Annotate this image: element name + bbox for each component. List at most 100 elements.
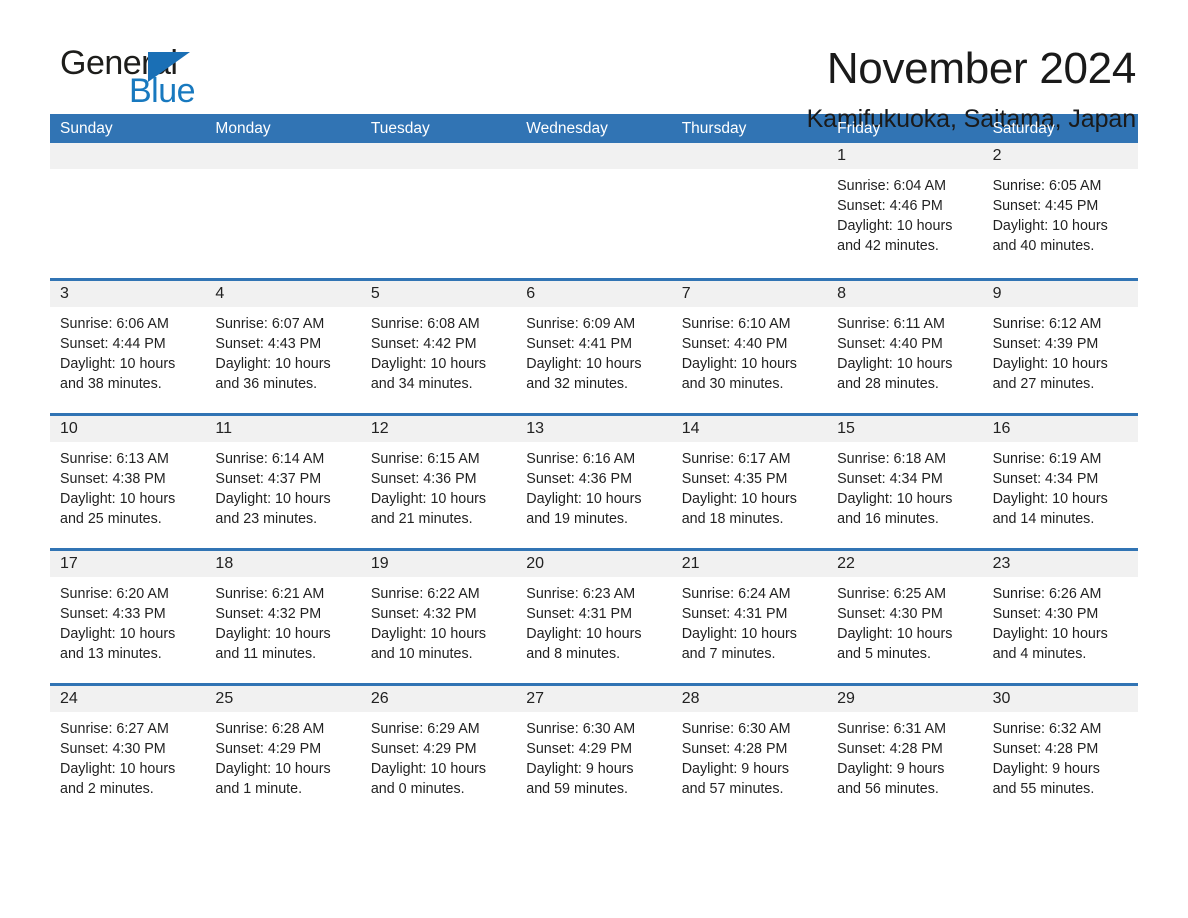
day-details: Sunrise: 6:11 AM Sunset: 4:40 PM Daylight:…: [827, 307, 982, 394]
sunset-text: Sunset: 4:40 PM: [681, 336, 788, 352]
calendar-day-cell[interactable]: 30 Sunrise: 6:32 AM Sunset: 4:28 PM Dayligh…: [982, 686, 1138, 818]
day-number: [50, 143, 206, 169]
calendar-day-cell[interactable]: 16 Sunrise: 6:19 AM Sunset: 4:34 PM Dayligh…: [982, 416, 1138, 548]
daylight-text: Daylight: 10 hours: [837, 626, 953, 642]
daylight-text: and 56 minutes.: [837, 781, 939, 797]
calendar-day-cell[interactable]: 22 Sunrise: 6:25 AM Sunset: 4:30 PM Dayligh…: [827, 551, 983, 683]
day-details: Sunrise: 6:21 AM Sunset: 4:32 PM Daylight:…: [205, 577, 360, 664]
calendar-week-row: 1 Sunrise: 6:04 AM Sunset: 4:46 PM Daylight…: [50, 143, 1138, 278]
calendar-day-cell[interactable]: 14 Sunrise: 6:17 AM Sunset: 4:35 PM Dayligh…: [671, 416, 828, 548]
weekday-header-wednesday: Wednesday: [526, 120, 608, 137]
weekday-header-monday: Monday: [215, 120, 271, 137]
sunset-text: Sunset: 4:29 PM: [526, 741, 632, 757]
daylight-text: and 13 minutes.: [60, 646, 162, 662]
weekday-header-sunday: Sunday: [60, 120, 113, 137]
day-details: Sunrise: 6:27 AM Sunset: 4:30 PM Daylight:…: [50, 712, 205, 799]
sunrise-text: Sunrise: 6:32 AM: [992, 721, 1102, 737]
sunset-text: Sunset: 4:46 PM: [837, 198, 943, 214]
day-number: [516, 143, 672, 169]
page-title: November 2024: [826, 44, 1136, 93]
day-number: 13: [516, 416, 672, 442]
calendar-day-cell[interactable]: 4 Sunrise: 6:07 AM Sunset: 4:43 PM Daylight…: [205, 281, 361, 413]
calendar-day-cell[interactable]: 12 Sunrise: 6:15 AM Sunset: 4:36 PM Dayligh…: [360, 416, 517, 548]
sunset-text: Sunset: 4:29 PM: [215, 741, 322, 757]
calendar-day-cell[interactable]: 25 Sunrise: 6:28 AM Sunset: 4:29 PM Dayligh…: [205, 686, 361, 818]
calendar-day-cell[interactable]: 28 Sunrise: 6:30 AM Sunset: 4:28 PM Dayligh…: [671, 686, 828, 818]
calendar-day-cell[interactable]: 27 Sunrise: 6:30 AM Sunset: 4:29 PM Dayligh…: [516, 686, 672, 818]
daylight-text: and 38 minutes.: [60, 376, 162, 392]
calendar-day-cell[interactable]: 2 Sunrise: 6:05 AM Sunset: 4:45 PM Daylight…: [982, 143, 1138, 278]
daylight-text: and 32 minutes.: [526, 376, 629, 392]
sunset-text: Sunset: 4:30 PM: [837, 606, 943, 622]
sunset-text: Sunset: 4:43 PM: [215, 336, 322, 352]
daylight-text: Daylight: 10 hours: [837, 218, 953, 234]
day-details: [361, 169, 516, 176]
calendar-day-cell[interactable]: 29 Sunrise: 6:31 AM Sunset: 4:28 PM Dayligh…: [827, 686, 983, 818]
day-number: 1: [827, 143, 983, 169]
day-details: [205, 169, 360, 176]
calendar-day-cell[interactable]: 11 Sunrise: 6:14 AM Sunset: 4:37 PM Dayligh…: [205, 416, 361, 548]
sunrise-text: Sunrise: 6:19 AM: [992, 451, 1102, 467]
sunset-text: Sunset: 4:28 PM: [992, 741, 1099, 757]
day-details: Sunrise: 6:29 AM Sunset: 4:29 PM Daylight:…: [361, 712, 516, 799]
daylight-text: and 34 minutes.: [370, 376, 473, 392]
calendar-day-cell[interactable]: 10 Sunrise: 6:13 AM Sunset: 4:38 PM Dayligh…: [50, 416, 206, 548]
day-details: Sunrise: 6:26 AM Sunset: 4:30 PM Daylight:…: [983, 577, 1138, 664]
day-details: Sunrise: 6:24 AM Sunset: 4:31 PM Daylight:…: [672, 577, 827, 664]
calendar-day-cell[interactable]: 1 Sunrise: 6:04 AM Sunset: 4:46 PM Daylight…: [827, 143, 983, 278]
sunrise-text: Sunrise: 6:04 AM: [837, 178, 947, 194]
daylight-text: and 10 minutes.: [370, 646, 473, 662]
daylight-text: Daylight: 10 hours: [526, 491, 642, 507]
daylight-text: Daylight: 10 hours: [215, 761, 331, 777]
calendar-day-cell[interactable]: 19 Sunrise: 6:22 AM Sunset: 4:32 PM Dayligh…: [360, 551, 517, 683]
day-details: Sunrise: 6:15 AM Sunset: 4:36 PM Daylight:…: [361, 442, 516, 529]
calendar-day-cell[interactable]: 20 Sunrise: 6:23 AM Sunset: 4:31 PM Dayligh…: [516, 551, 672, 683]
calendar-day-cell[interactable]: 23 Sunrise: 6:26 AM Sunset: 4:30 PM Dayligh…: [982, 551, 1138, 683]
sunrise-text: Sunrise: 6:25 AM: [837, 586, 947, 602]
sunrise-text: Sunrise: 6:06 AM: [60, 316, 169, 332]
calendar-day-cell[interactable]: 18 Sunrise: 6:21 AM Sunset: 4:32 PM Dayligh…: [205, 551, 361, 683]
calendar-day-cell[interactable]: 8 Sunrise: 6:11 AM Sunset: 4:40 PM Daylight…: [827, 281, 983, 413]
calendar-day-cell[interactable]: 26 Sunrise: 6:29 AM Sunset: 4:29 PM Dayligh…: [360, 686, 517, 818]
weekday-header-friday: Friday: [837, 120, 881, 137]
sunrise-text: Sunrise: 6:05 AM: [992, 178, 1102, 194]
sunrise-text: Sunrise: 6:22 AM: [370, 586, 480, 602]
daylight-text: and 40 minutes.: [992, 238, 1095, 254]
calendar-day-cell[interactable]: 17 Sunrise: 6:20 AM Sunset: 4:33 PM Dayligh…: [50, 551, 206, 683]
day-number: 30: [982, 686, 1138, 712]
day-number: 24: [50, 686, 206, 712]
daylight-text: Daylight: 10 hours: [215, 626, 331, 642]
calendar-day-cell[interactable]: 5 Sunrise: 6:08 AM Sunset: 4:42 PM Daylight…: [360, 281, 517, 413]
day-number: 8: [827, 281, 983, 307]
calendar-day-cell[interactable]: 15 Sunrise: 6:18 AM Sunset: 4:34 PM Dayligh…: [827, 416, 983, 548]
calendar-day-cell[interactable]: 6 Sunrise: 6:09 AM Sunset: 4:41 PM Daylight…: [516, 281, 672, 413]
generalblue-logo[interactable]: General Blue: [50, 44, 230, 116]
day-details: [516, 169, 671, 176]
sunset-text: Sunset: 4:36 PM: [370, 471, 477, 487]
day-number: 5: [360, 281, 517, 307]
daylight-text: Daylight: 10 hours: [370, 626, 487, 642]
calendar-day-cell[interactable]: 21 Sunrise: 6:24 AM Sunset: 4:31 PM Dayligh…: [671, 551, 828, 683]
daylight-text: and 55 minutes.: [992, 781, 1095, 797]
calendar-day-cell[interactable]: 3 Sunrise: 6:06 AM Sunset: 4:44 PM Daylight…: [50, 281, 206, 413]
sunset-text: Sunset: 4:37 PM: [215, 471, 322, 487]
sunset-text: Sunset: 4:31 PM: [681, 606, 788, 622]
day-details: Sunrise: 6:14 AM Sunset: 4:37 PM Daylight:…: [205, 442, 360, 529]
sunrise-text: Sunrise: 6:17 AM: [681, 451, 791, 467]
sunrise-text: Sunrise: 6:20 AM: [60, 586, 169, 602]
calendar-day-cell[interactable]: 9 Sunrise: 6:12 AM Sunset: 4:39 PM Daylight…: [982, 281, 1138, 413]
daylight-text: and 16 minutes.: [837, 511, 939, 527]
sunset-text: Sunset: 4:33 PM: [60, 606, 166, 622]
day-number: 15: [827, 416, 983, 442]
daylight-text: Daylight: 10 hours: [60, 491, 176, 507]
day-number: [671, 143, 828, 169]
sunrise-text: Sunrise: 6:18 AM: [837, 451, 947, 467]
sunrise-text: Sunrise: 6:30 AM: [526, 721, 636, 737]
sunrise-text: Sunrise: 6:24 AM: [681, 586, 791, 602]
calendar-day-cell[interactable]: 7 Sunrise: 6:10 AM Sunset: 4:40 PM Daylight…: [671, 281, 828, 413]
day-number: 2: [982, 143, 1138, 169]
daylight-text: Daylight: 9 hours: [681, 761, 789, 777]
calendar-day-cell-empty: [516, 143, 672, 278]
calendar-day-cell[interactable]: 24 Sunrise: 6:27 AM Sunset: 4:30 PM Dayligh…: [50, 686, 206, 818]
calendar-day-cell[interactable]: 13 Sunrise: 6:16 AM Sunset: 4:36 PM Dayligh…: [516, 416, 672, 548]
